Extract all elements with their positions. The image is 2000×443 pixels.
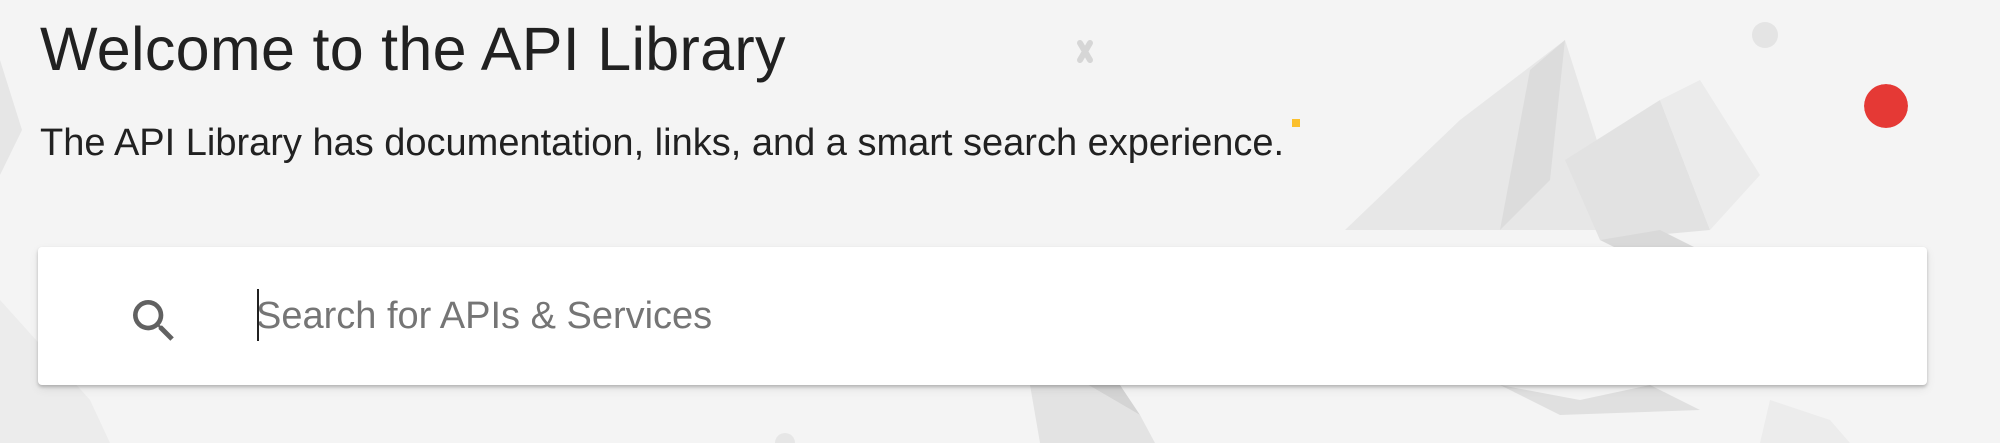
yellow-sparkle-dot bbox=[1292, 119, 1300, 127]
text-cursor bbox=[257, 289, 259, 341]
search-input[interactable] bbox=[256, 275, 1876, 357]
search-icon bbox=[133, 300, 174, 341]
page-subtitle: The API Library has documentation, links… bbox=[40, 122, 1285, 164]
api-library-hero: Welcome to the API Library The API Libra… bbox=[0, 0, 2000, 443]
red-circle-decoration bbox=[1864, 84, 1908, 128]
search-box[interactable] bbox=[38, 247, 1927, 385]
page-title: Welcome to the API Library bbox=[40, 15, 786, 83]
